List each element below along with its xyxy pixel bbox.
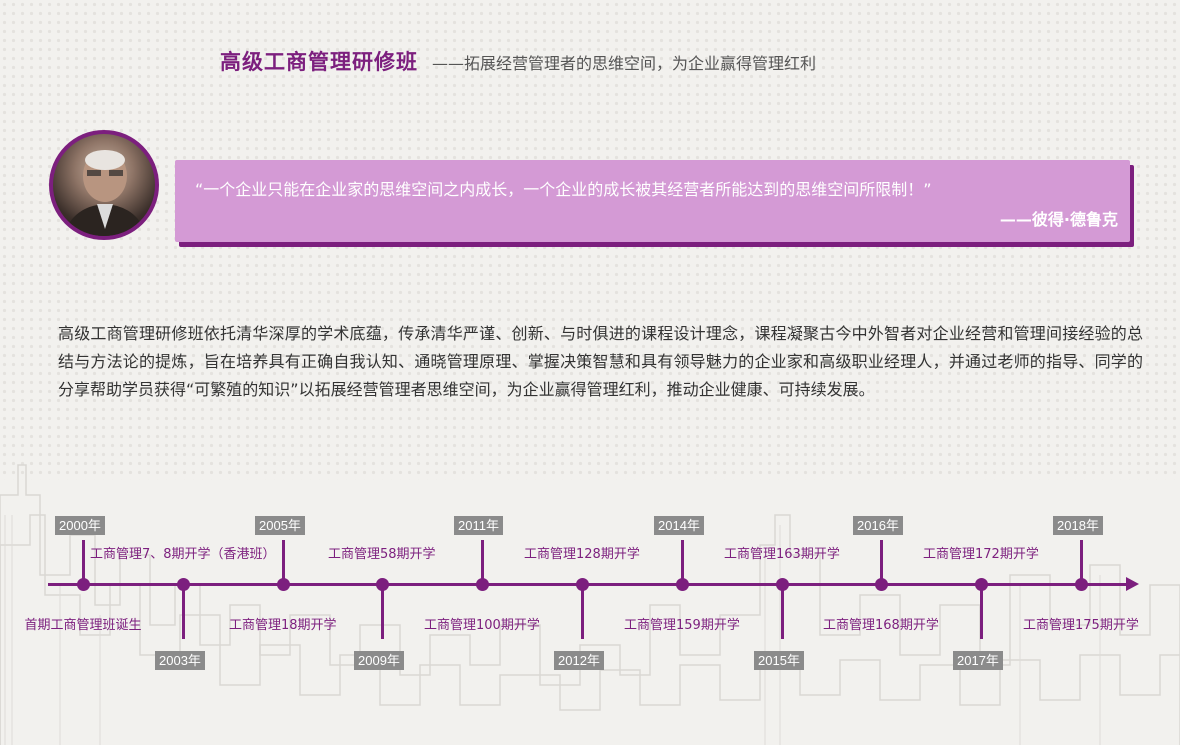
timeline-dot <box>277 578 290 591</box>
timeline-dot <box>875 578 888 591</box>
timeline-year-badge: 2017年 <box>953 651 1003 670</box>
timeline-dot <box>77 578 90 591</box>
timeline-event-label: 工商管理18期开学 <box>229 618 337 633</box>
timeline-year-badge: 2003年 <box>155 651 205 670</box>
timeline-year-badge: 2005年 <box>255 516 305 535</box>
portrait-icon <box>63 150 147 236</box>
program-description: 高级工商管理研修班依托清华深厚的学术底蕴，传承清华严谨、创新、与时俱进的课程设计… <box>58 324 1143 399</box>
timeline-year-badge: 2014年 <box>654 516 704 535</box>
timeline-axis <box>48 583 1130 586</box>
timeline-event-label: 工商管理128期开学 <box>524 547 640 562</box>
quote-author: ——彼得·德鲁克 <box>999 210 1118 229</box>
timeline-dot <box>376 578 389 591</box>
timeline-stem <box>381 584 384 639</box>
quote-box: “一个企业只能在企业家的思维空间之内成长，一个企业的成长被其经营者所能达到的思维… <box>175 160 1130 242</box>
timeline-event-label: 工商管理159期开学 <box>624 618 740 633</box>
timeline-dot <box>177 578 190 591</box>
timeline-year-badge: 2018年 <box>1053 516 1103 535</box>
timeline-event-label: 工商管理168期开学 <box>823 618 939 633</box>
page-header: 高级工商管理研修班 ——拓展经营管理者的思维空间，为企业赢得管理红利 <box>220 46 816 78</box>
timeline-dot <box>776 578 789 591</box>
timeline-event-label: 工商管理100期开学 <box>424 618 540 633</box>
timeline-year-badge: 2016年 <box>853 516 903 535</box>
timeline-arrow-icon <box>1126 577 1139 591</box>
page-title: 高级工商管理研修班 <box>220 50 418 74</box>
timeline-year-badge: 2000年 <box>55 516 105 535</box>
portrait-image <box>53 134 155 236</box>
timeline-stem <box>581 584 584 639</box>
timeline-year-badge: 2011年 <box>454 516 503 535</box>
timeline-dot <box>476 578 489 591</box>
timeline-event-label: 工商管理58期开学 <box>328 547 436 562</box>
timeline: 2000年首期工商管理班诞生 2003年 工商管理7、8期开学（香港班） 2005年工… <box>0 500 1180 680</box>
timeline-stem <box>781 584 784 639</box>
timeline-stem <box>182 584 185 639</box>
timeline-year-badge: 2015年 <box>754 651 804 670</box>
timeline-event-label: 工商管理7、8期开学（香港班） <box>90 547 276 562</box>
timeline-event-label: 工商管理172期开学 <box>923 547 1039 562</box>
quote-text: “一个企业只能在企业家的思维空间之内成长，一个企业的成长被其经营者所能达到的思维… <box>195 180 932 199</box>
timeline-year-badge: 2009年 <box>354 651 404 670</box>
timeline-dot <box>975 578 988 591</box>
timeline-dot <box>1075 578 1088 591</box>
timeline-event-label: 工商管理163期开学 <box>724 547 840 562</box>
timeline-stem <box>980 584 983 639</box>
page-subtitle: ——拓展经营管理者的思维空间，为企业赢得管理红利 <box>432 54 817 73</box>
timeline-event-label: 首期工商管理班诞生 <box>24 618 142 633</box>
timeline-dot <box>576 578 589 591</box>
timeline-dot <box>676 578 689 591</box>
timeline-event-label: 工商管理175期开学 <box>1023 618 1139 633</box>
avatar <box>49 130 159 240</box>
timeline-year-badge: 2012年 <box>554 651 604 670</box>
